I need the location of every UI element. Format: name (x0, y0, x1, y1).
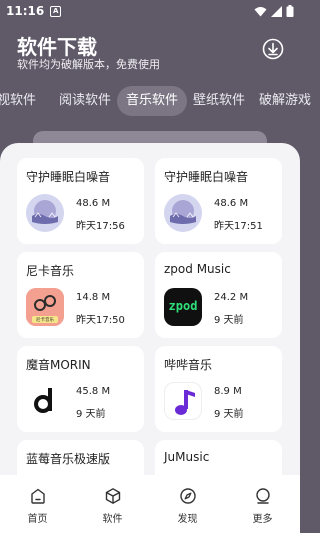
app-name: 守护睡眠白噪音 (164, 170, 249, 184)
morin-icon (26, 382, 64, 420)
app-card[interactable]: zpod Music zpod 24.2 M 9 天前 (155, 252, 282, 338)
nav-more-label: 更多 (252, 514, 273, 525)
tab-games[interactable]: 破解游戏 (259, 86, 311, 116)
tab-music[interactable]: 音乐软件 (117, 86, 188, 116)
app-name: zpod Music (164, 262, 231, 276)
notification-icon: A (50, 5, 62, 17)
app-size: 45.8 M (76, 386, 111, 397)
status-icons (254, 5, 294, 17)
nav-software[interactable]: 软件 (75, 475, 150, 533)
tab-wallpaper[interactable]: 壁纸软件 (193, 86, 245, 116)
app-updated-time: 9 天前 (214, 315, 244, 326)
more-icon (255, 488, 270, 504)
page-subtitle: 软件均为破解版本，免费使用 (17, 58, 160, 71)
app-size: 48.6 M (76, 198, 111, 209)
status-time: 11:16 (6, 4, 45, 18)
app-card[interactable]: 守护睡眠白噪音 48.6 M 昨天17:51 (155, 158, 282, 244)
nav-software-label: 软件 (102, 514, 123, 525)
app-size: 24.2 M (214, 292, 249, 303)
compass-icon (179, 488, 196, 504)
nika-music-icon: 尼卡音乐 (26, 288, 64, 326)
app-updated-time: 昨天17:56 (76, 221, 125, 232)
signal-icon (271, 5, 282, 17)
app-name: 蓝莓音乐极速版 (26, 452, 111, 466)
app-size: 8.9 M (214, 386, 242, 397)
app-name: JuMusic (164, 450, 210, 464)
battery-icon (286, 5, 294, 17)
zpod-icon: zpod (164, 288, 202, 326)
nav-discover[interactable]: 发现 (150, 475, 225, 533)
home-icon (30, 488, 45, 504)
app-size: 14.8 M (76, 292, 111, 303)
app-updated-time: 9 天前 (76, 409, 106, 420)
zpod-icon-label: zpod (168, 299, 198, 313)
sleep-noise-icon (26, 194, 64, 232)
app-name: 守护睡眠白噪音 (26, 170, 111, 184)
music-note-icon (164, 382, 202, 420)
nav-more[interactable]: 更多 (225, 475, 300, 533)
box-icon (105, 488, 120, 504)
category-tabs: 影视软件 阅读软件 音乐软件 壁纸软件 破解游戏 (0, 86, 311, 116)
nav-home[interactable]: 首页 (0, 475, 75, 533)
status-bar: 11:16 A (0, 0, 300, 22)
app-card[interactable]: 魔音MORIN 45.8 M 9 天前 (17, 346, 144, 432)
app-card[interactable]: 尼卡音乐 尼卡音乐 14.8 M 昨天17:50 (17, 252, 144, 338)
sleep-noise-icon (164, 194, 202, 232)
tab-reading[interactable]: 阅读软件 (59, 86, 111, 116)
app-name: 尼卡音乐 (26, 264, 75, 278)
nika-icon-label: 尼卡音乐 (36, 318, 54, 323)
app-card[interactable]: 守护睡眠白噪音 48.6 M 昨天17:56 (17, 158, 144, 244)
app-updated-time: 昨天17:51 (214, 221, 263, 232)
nav-discover-label: 发现 (177, 514, 198, 525)
app-card[interactable]: 哔哔音乐 8.9 M 9 天前 (155, 346, 282, 432)
app-updated-time: 昨天17:50 (76, 315, 125, 326)
bottom-nav: 首页 软件 发现 更多 (0, 475, 300, 533)
app-name: 魔音MORIN (26, 358, 91, 372)
app-size: 48.6 M (214, 198, 249, 209)
nav-home-label: 首页 (27, 514, 48, 525)
app-name: 哔哔音乐 (164, 358, 213, 372)
tab-video[interactable]: 影视软件 (0, 86, 36, 116)
app-updated-time: 9 天前 (214, 409, 244, 420)
download-icon[interactable] (262, 38, 284, 60)
wifi-icon (254, 6, 267, 16)
